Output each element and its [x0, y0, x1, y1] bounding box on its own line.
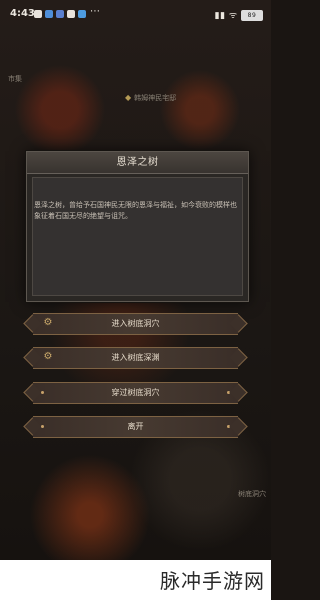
option-pass-cave-button[interactable]: 穿过树底洞穴	[33, 382, 238, 404]
map-pin-residence[interactable]: ◆ 韩姆神民宅邸	[125, 93, 176, 103]
gear-icon: ⚙	[43, 351, 53, 362]
app-notification-icon	[34, 10, 42, 18]
more-icon: ⋯	[90, 6, 100, 17]
map-pin-icon: ◆	[125, 93, 132, 102]
app-notification-icon	[56, 10, 64, 18]
option-leave-button[interactable]: 离开	[33, 416, 238, 438]
map-pin-label: 韩姆神民宅邸	[134, 94, 177, 102]
watermark-bar: 脉冲手游网	[0, 560, 271, 600]
option-enter-cave-button[interactable]: ⚙ 进入树底洞穴	[33, 313, 238, 335]
option-label: 进入树底深渊	[111, 353, 160, 362]
ornament-dot	[41, 391, 44, 394]
ornament-dot	[227, 425, 230, 428]
option-label: 离开	[127, 422, 144, 431]
gear-icon: ⚙	[43, 317, 53, 328]
option-label: 穿过树底洞穴	[111, 388, 160, 397]
app-notification-icon	[78, 10, 86, 18]
map-label-market[interactable]: 市集	[8, 74, 22, 84]
battery-icon: 89	[241, 10, 263, 21]
option-enter-abyss-button[interactable]: ⚙ 进入树底深渊	[33, 347, 238, 369]
watermark-text: 脉冲手游网	[160, 569, 265, 593]
map-label-cave[interactable]: 树底洞穴	[238, 489, 266, 499]
clock: 4:43	[10, 8, 35, 19]
status-bar: 4:43 ⋯ ▮▮ ᯤ 89	[0, 0, 271, 28]
signal-icon: ▮▮ ᯤ	[214, 11, 238, 21]
dialog-body	[32, 177, 243, 296]
ornament-dot	[41, 425, 44, 428]
app-notification-icon	[67, 10, 75, 18]
dialog-panel: 恩泽之树 恩泽之树，曾给予石国神民无限的恩泽与福祉，如今衰败的模样也象征着石国无…	[26, 151, 249, 302]
status-right: ▮▮ ᯤ 89	[215, 8, 263, 21]
dialog-title: 恩泽之树	[27, 152, 248, 174]
app-notification-icon	[45, 10, 53, 18]
dialog-text: 恩泽之树，曾给予石国神民无限的恩泽与福祉，如今衰败的模样也象征着石国无尽的绝望与…	[34, 201, 237, 220]
option-label: 进入树底洞穴	[111, 319, 160, 328]
ornament-dot	[227, 391, 230, 394]
